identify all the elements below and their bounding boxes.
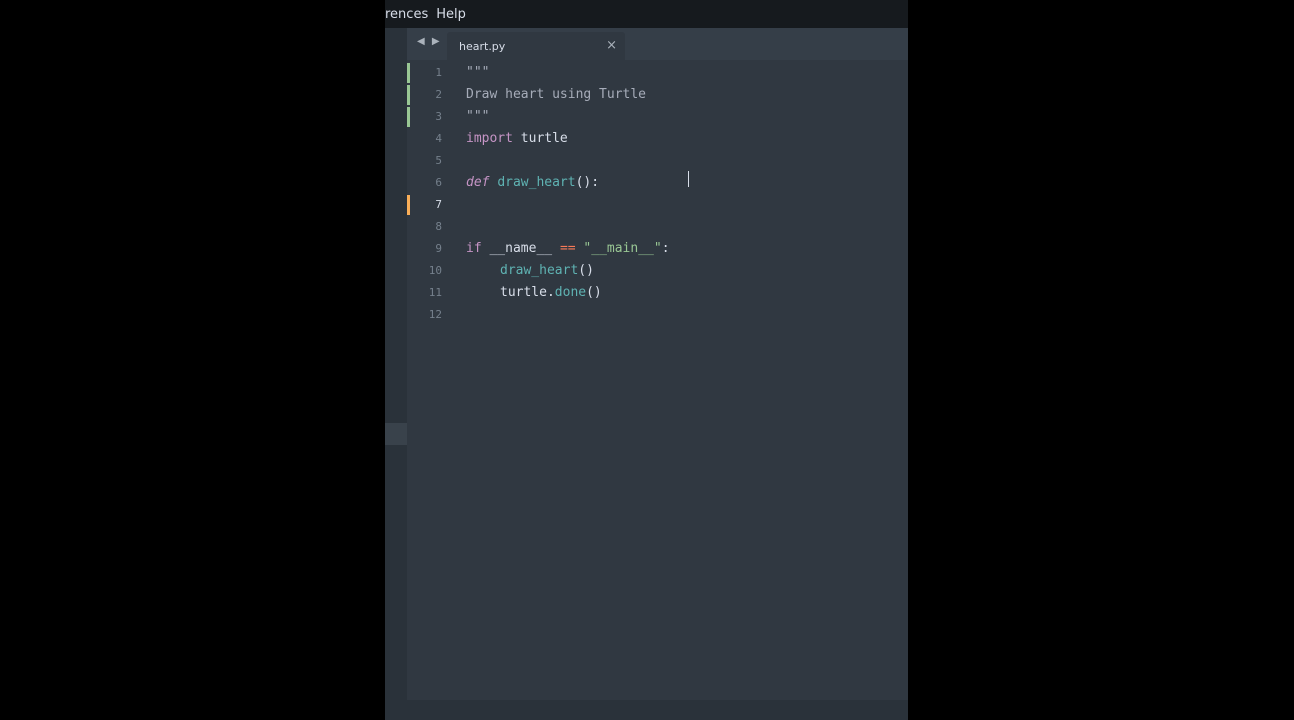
keyword: if (466, 241, 482, 256)
line-number: 1 (435, 66, 442, 79)
identifier: turtle (500, 285, 547, 300)
function-call: done (554, 285, 587, 300)
punctuation: : (661, 241, 670, 256)
identifier: __name__ (481, 241, 560, 256)
editor-window: rences Help ◀ ▶ heart.py × 1 """ 2 Draw … (385, 0, 908, 720)
menu-help[interactable]: Help (436, 5, 466, 24)
punctuation: . (546, 285, 555, 300)
code-line: 8 (407, 216, 908, 238)
code-editor[interactable]: 1 """ 2 Draw heart using Turtle 3 """ 4 … (407, 60, 908, 700)
function-call: draw_heart (500, 263, 579, 278)
status-bar (385, 700, 908, 720)
code-text: import turtle (466, 128, 568, 150)
close-icon[interactable]: × (606, 38, 617, 53)
code-line: 6 def draw_heart(): (407, 172, 908, 194)
keyword: def (466, 175, 490, 190)
code-line: 3 """ (407, 106, 908, 128)
code-line: 10 draw_heart() (407, 260, 908, 282)
line-number: 10 (428, 264, 442, 277)
text-cursor (688, 171, 689, 187)
line-number: 11 (428, 286, 442, 299)
punctuation: (): (575, 175, 600, 190)
code-line: 1 """ (407, 62, 908, 84)
line-number: 5 (435, 154, 442, 167)
code-line: 2 Draw heart using Turtle (407, 84, 908, 106)
line-number: 6 (435, 176, 442, 189)
string-literal: "__main__" (575, 241, 662, 256)
tab-title: heart.py (459, 40, 506, 53)
line-number: 2 (435, 88, 442, 101)
code-line: 12 (407, 304, 908, 326)
code-text: """ (466, 109, 490, 124)
code-line: 4 import turtle (407, 128, 908, 150)
code-text: Draw heart using Turtle (466, 87, 647, 102)
code-line: 5 (407, 150, 908, 172)
line-number: 3 (435, 110, 442, 123)
identifier: turtle (512, 131, 568, 146)
sidebar (385, 28, 407, 720)
line-number: 8 (435, 220, 442, 233)
tab-heart-py[interactable]: heart.py × (447, 32, 625, 60)
punctuation: () (578, 263, 594, 278)
function-name: draw_heart (497, 175, 576, 190)
line-number: 9 (435, 242, 442, 255)
keyword: import (466, 131, 513, 146)
tab-bar: ◀ ▶ heart.py × (407, 28, 908, 60)
code-text: """ (466, 65, 490, 80)
operator: == (559, 241, 576, 256)
code-line: 7 (407, 194, 908, 216)
line-number: 7 (435, 198, 442, 211)
line-number: 12 (428, 308, 442, 321)
code-text: def draw_heart(): (466, 172, 599, 194)
menu-bar: rences Help (385, 0, 908, 28)
code-line: 11 turtle.done() (407, 282, 908, 304)
code-text: if __name__ == "__main__": (466, 238, 670, 260)
code-line: 9 if __name__ == "__main__": (407, 238, 908, 260)
sidebar-marker (385, 423, 407, 445)
menu-preferences[interactable]: rences (385, 5, 428, 24)
code-text: turtle.done() (500, 282, 602, 304)
code-text: draw_heart() (500, 260, 594, 282)
line-number: 4 (435, 132, 442, 145)
tab-nav-arrows-icon[interactable]: ◀ ▶ (417, 36, 442, 47)
punctuation: () (586, 285, 602, 300)
